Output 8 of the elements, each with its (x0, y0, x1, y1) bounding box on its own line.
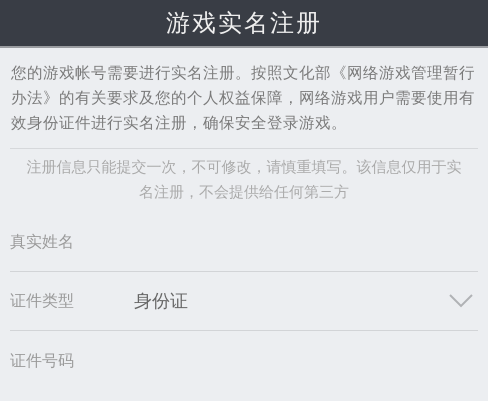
notice-text: 注册信息只能提交一次，不可修改，请慎重填写。该信息仅用于实名注册，不会提供给任何第三方 (26, 157, 462, 203)
window-title: 游戏实名注册 (166, 8, 322, 39)
text-field[interactable]: 证件号码 (10, 348, 478, 372)
chevron-down-icon[interactable] (448, 293, 474, 309)
field-label: 证件类型 (10, 290, 75, 312)
select-value[interactable]: 身份证 (134, 288, 448, 314)
intro-paragraph: 您的游戏帐号需要进行实名注册。按照文化部《网络游戏管理暂行办法》的有关要求及您的个人权益保障，网络游戏用户需要使用有效身份证件进行实名注册，确保安全登录游戏。 (10, 63, 476, 134)
text-field[interactable]: 真实姓名 (10, 230, 478, 254)
